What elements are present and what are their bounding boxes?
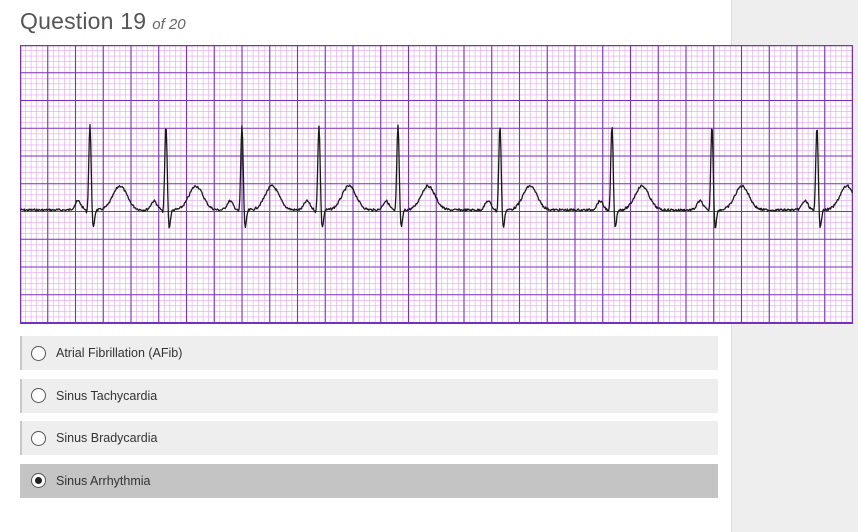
answer-option-sinus-tachycardia[interactable]: Sinus Tachycardia	[20, 378, 718, 413]
answer-option-label: Sinus Arrhythmia	[56, 473, 151, 488]
answer-option-label: Sinus Bradycardia	[56, 431, 158, 445]
ecg-strip	[20, 45, 853, 324]
answer-option-afib[interactable]: Atrial Fibrillation (AFib)	[20, 336, 718, 370]
answer-option-label: Sinus Tachycardia	[56, 388, 158, 403]
radio-dot	[35, 477, 42, 484]
answer-options: Atrial Fibrillation (AFib) Sinus Tachyca…	[20, 336, 718, 506]
radio-button[interactable]	[31, 345, 46, 361]
answer-option-sinus-arrhythmia[interactable]: Sinus Arrhythmia	[20, 463, 718, 498]
ecg-strip-image	[20, 45, 853, 324]
radio-button[interactable]	[31, 430, 46, 446]
question-header: Question 19 of 20	[20, 8, 186, 42]
answer-option-sinus-bradycardia[interactable]: Sinus Bradycardia	[20, 421, 718, 455]
radio-button[interactable]	[31, 473, 46, 488]
answer-option-label: Atrial Fibrillation (AFib)	[56, 346, 183, 360]
radio-button[interactable]	[31, 388, 46, 403]
question-title: Question 19	[20, 8, 147, 34]
question-count: of 20	[152, 16, 186, 33]
